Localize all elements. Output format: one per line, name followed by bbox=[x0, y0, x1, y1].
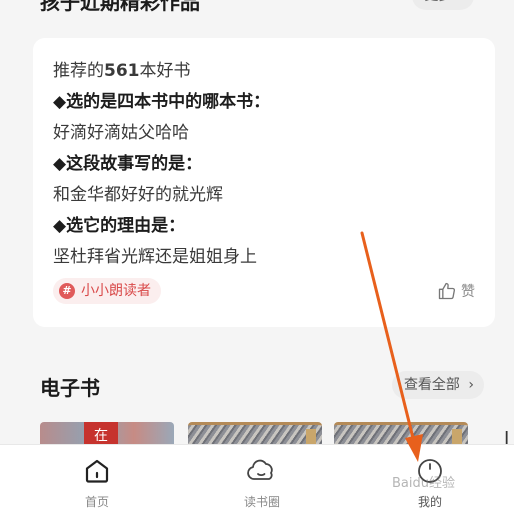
answer-reason: 坚杜拜省光辉还是姐姐身上 bbox=[53, 247, 257, 267]
answer-which-book: 好滴好滴姑父哈哈 bbox=[53, 123, 189, 143]
recommend-prefix: 推荐的 bbox=[53, 61, 104, 81]
question-story: ◆这段故事写的是： bbox=[53, 154, 203, 174]
tab-home-label: 首页 bbox=[84, 495, 109, 509]
recommend-suffix: 本好书 bbox=[139, 61, 191, 81]
tab-home[interactable]: 首页 bbox=[57, 455, 137, 510]
more-label: 更多 bbox=[424, 0, 452, 4]
like-button[interactable]: 赞 bbox=[437, 281, 475, 301]
topic-tag-label: 小小朗读者 bbox=[81, 283, 151, 299]
question-which-book: ◆选的是四本书中的哪本书： bbox=[53, 92, 271, 112]
tab-mine-label: 我的 bbox=[417, 495, 442, 509]
topic-tag[interactable]: # 小小朗读者 bbox=[53, 278, 161, 304]
tab-reading-circle[interactable]: 读书圈 bbox=[222, 455, 302, 510]
recommend-count: 561 bbox=[104, 61, 140, 81]
ebook-section-title: 电子书 bbox=[40, 376, 100, 400]
like-label: 赞 bbox=[461, 284, 475, 300]
hashtag-icon: # bbox=[59, 283, 75, 299]
recommend-count-line: 推荐的561本好书 bbox=[53, 56, 191, 81]
ebook-section-header: 电子书 查看全部 › bbox=[40, 371, 492, 402]
reading-circle-icon bbox=[247, 459, 273, 480]
question-reason: ◆选它的理由是： bbox=[53, 216, 186, 236]
recommendation-card[interactable]: 推荐的561本好书 ◆选的是四本书中的哪本书： 好滴好滴姑父哈哈 ◆这段故事写的… bbox=[33, 38, 495, 327]
chevron-right-icon: › bbox=[468, 377, 474, 393]
baidu-watermark: Baidu经验 bbox=[392, 476, 455, 491]
tab-reading-circle-label: 读书圈 bbox=[243, 495, 280, 509]
answer-story: 和金华都好好的就光辉 bbox=[53, 185, 223, 205]
more-button[interactable]: 更多 › bbox=[412, 0, 474, 10]
thumbs-up-icon bbox=[438, 282, 456, 300]
view-all-button[interactable]: 查看全部 › bbox=[391, 371, 484, 399]
chevron-right-icon: › bbox=[456, 0, 462, 4]
works-section-title: 孩子近期精彩作品 bbox=[40, 0, 200, 14]
view-all-label: 查看全部 bbox=[403, 377, 460, 393]
home-icon bbox=[85, 459, 109, 483]
works-section-header: 孩子近期精彩作品 更多 › bbox=[40, 0, 492, 20]
